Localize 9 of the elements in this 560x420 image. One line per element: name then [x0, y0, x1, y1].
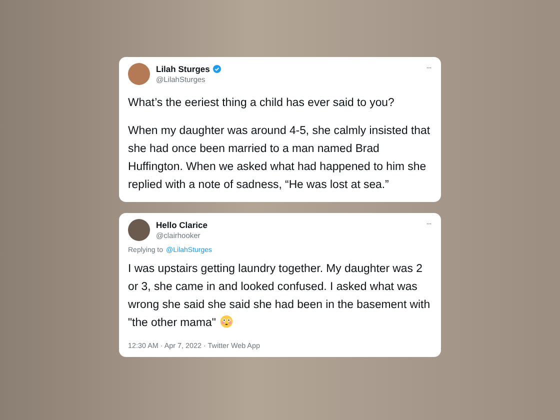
user-name[interactable]: Lilah Sturges — [156, 64, 210, 74]
avatar[interactable] — [128, 219, 150, 241]
avatar[interactable] — [128, 63, 150, 85]
tweet-text: I was upstairs getting laundry together. My daughter was 2 or 3, she came in and looked confused. I asked what was wrong she said she said she had been in the basement with "the other mama" — [128, 263, 430, 329]
more-options-button[interactable]: ··· — [426, 63, 431, 72]
more-options-button[interactable]: ··· — [426, 219, 431, 228]
tweet-text: What’s the eeriest thing a child has ever said to you? — [128, 97, 394, 109]
user-name[interactable]: Hello Clarice — [156, 220, 208, 230]
tweet-text: When my daughter was around 4-5, she calmly insisted that she had once been married to a man named Brad Huffington. When we asked what had happened to him she replied with a note of sadness, “He was lost at sea.” — [128, 125, 430, 191]
